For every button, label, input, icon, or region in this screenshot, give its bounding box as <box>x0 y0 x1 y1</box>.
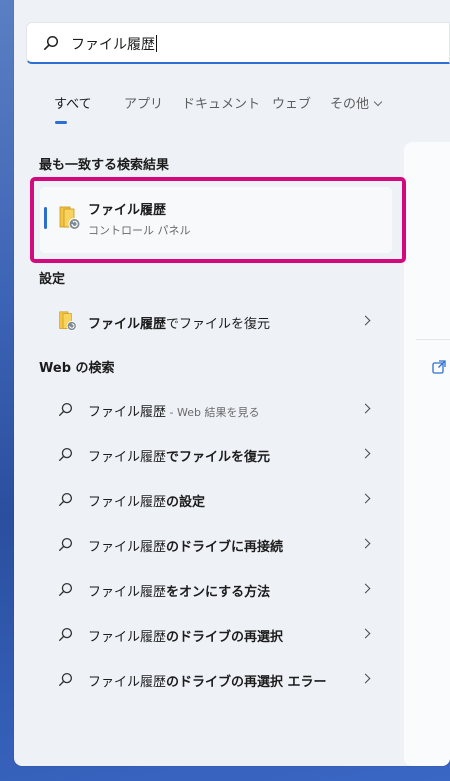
search-icon <box>43 35 59 50</box>
tab-documents[interactable]: ドキュメント <box>182 93 260 112</box>
tab-more-label: その他 <box>330 97 370 112</box>
chevron-right-icon <box>360 673 371 684</box>
web-result-item[interactable]: ファイル履歴をオンにする方法 <box>44 570 390 608</box>
web-result-label: ファイル履歴のドライブの再選択 <box>88 630 284 645</box>
search-icon <box>58 627 73 642</box>
web-result-label: ファイル履歴の設定 <box>88 495 206 510</box>
file-history-folder-icon <box>59 311 77 331</box>
tab-all[interactable]: すべて <box>54 93 92 112</box>
tab-apps[interactable]: アプリ <box>124 93 163 112</box>
web-result-label: ファイル履歴のドライブに再接続 <box>88 540 284 555</box>
highlight-box <box>30 177 406 263</box>
web-result-item[interactable]: ファイル履歴の設定 <box>44 480 390 518</box>
chevron-right-icon <box>360 583 371 594</box>
web-result-item[interactable]: ファイル履歴のドライブの再選択 エラー <box>44 660 390 698</box>
web-result-item[interactable]: ファイル履歴 - Web 結果を見る <box>44 390 390 428</box>
active-tab-indicator <box>55 121 67 124</box>
search-icon <box>58 447 73 462</box>
open-external-icon[interactable] <box>432 360 446 374</box>
chevron-right-icon <box>360 538 371 549</box>
preview-pane <box>404 142 450 766</box>
web-result-label: ファイル履歴をオンにする方法 <box>88 585 271 600</box>
web-result-label: ファイル履歴でファイルを復元 <box>88 450 271 465</box>
preview-divider <box>416 339 450 340</box>
web-result-item[interactable]: ファイル履歴でファイルを復元 <box>44 435 390 473</box>
chevron-right-icon <box>360 448 371 459</box>
chevron-down-icon <box>373 97 383 107</box>
chevron-right-icon <box>360 315 371 326</box>
tab-more[interactable]: その他 <box>330 93 383 112</box>
web-result-item[interactable]: ファイル履歴のドライブに再接続 <box>44 525 390 563</box>
search-input[interactable]: ファイル履歴 <box>26 22 450 64</box>
settings-item-label: ファイル履歴でファイルを復元 <box>88 317 271 332</box>
web-search-heading: Web の検索 <box>39 361 115 376</box>
web-result-label: ファイル履歴のドライブの再選択 エラー <box>88 675 327 690</box>
tab-web[interactable]: ウェブ <box>272 93 311 112</box>
settings-heading: 設定 <box>39 272 66 287</box>
text-caret <box>156 35 157 52</box>
search-icon <box>58 492 73 507</box>
search-icon <box>58 402 73 417</box>
best-match-heading: 最も一致する検索結果 <box>39 158 170 173</box>
search-icon <box>58 537 73 552</box>
search-icon <box>58 582 73 597</box>
settings-item-restore[interactable]: ファイル履歴でファイルを復元 <box>44 302 390 340</box>
chevron-right-icon <box>360 628 371 639</box>
search-query: ファイル履歴 <box>71 37 155 53</box>
chevron-right-icon <box>360 493 371 504</box>
search-icon <box>58 672 73 687</box>
web-result-item[interactable]: ファイル履歴のドライブの再選択 <box>44 615 390 653</box>
web-result-label: ファイル履歴 - Web 結果を見る <box>88 405 260 420</box>
chevron-right-icon <box>360 403 371 414</box>
